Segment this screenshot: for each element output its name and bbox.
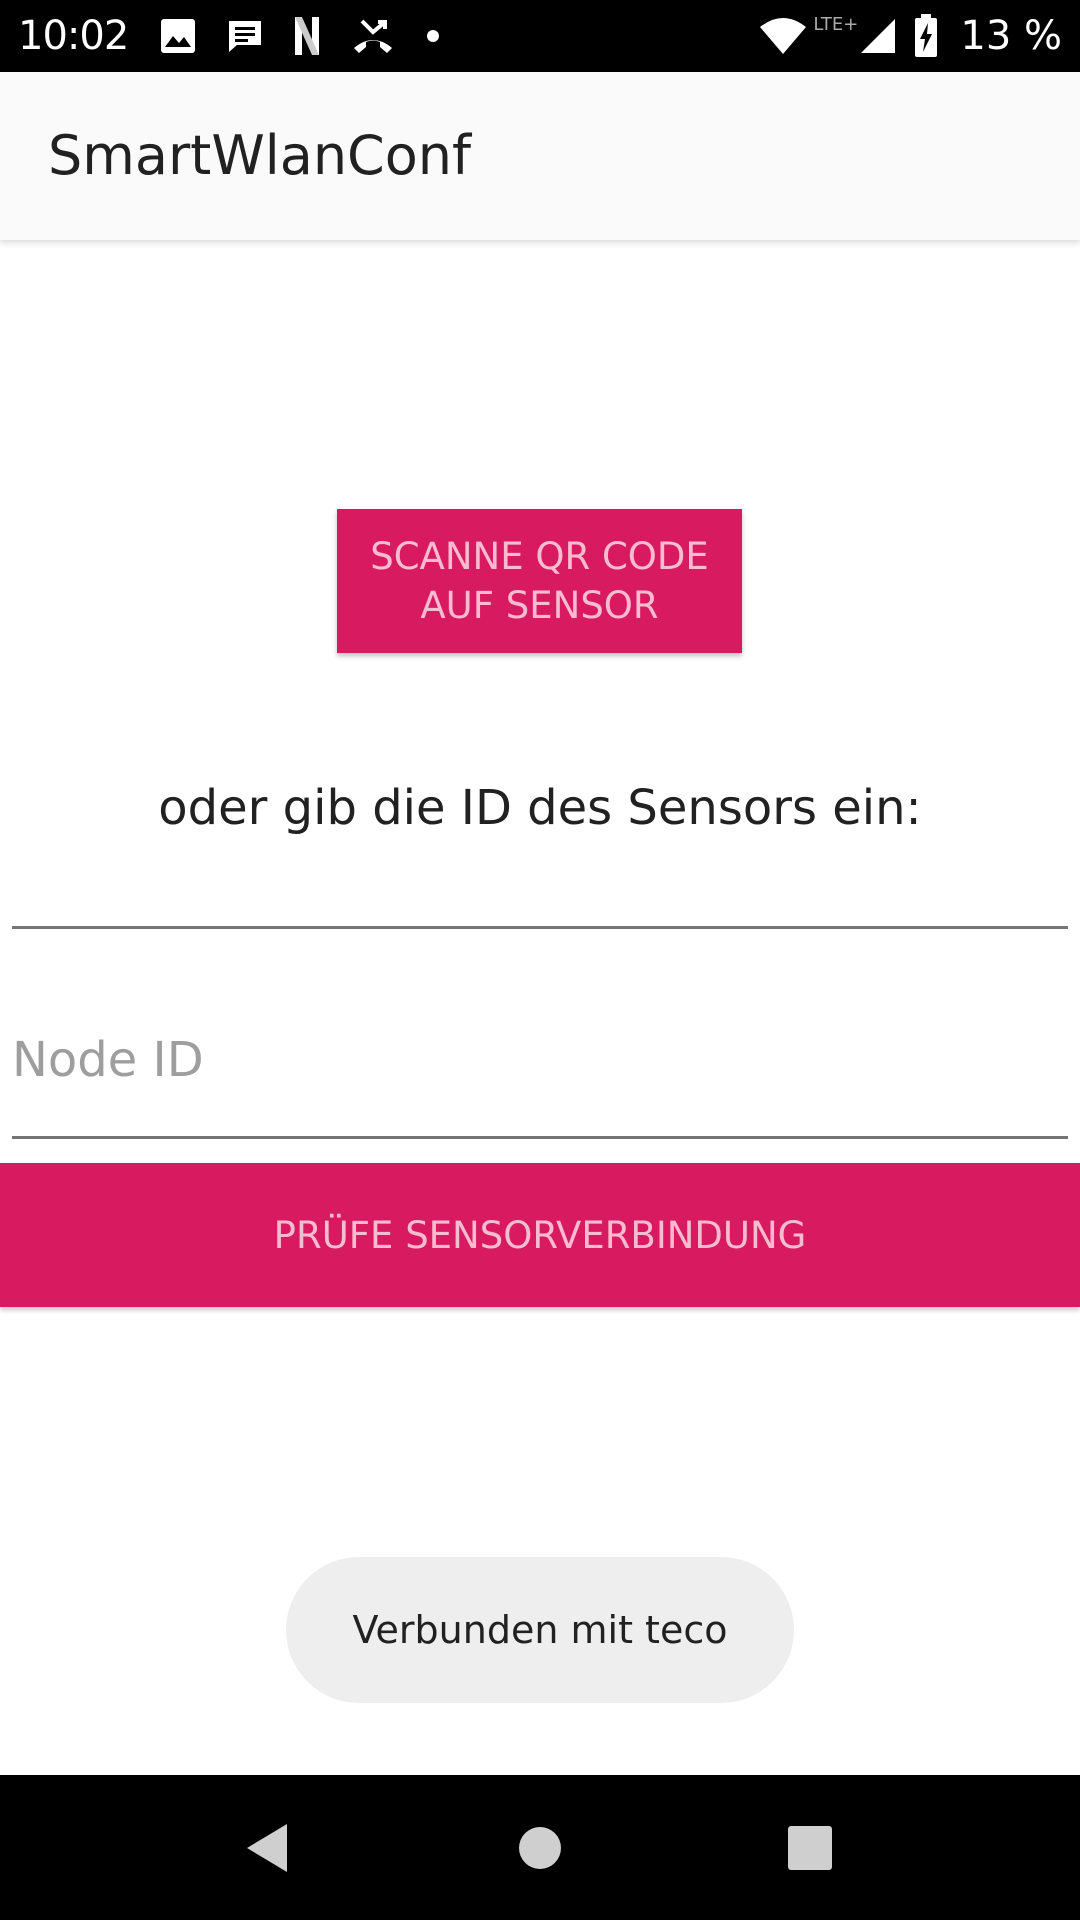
status-bar: 10:02 LTE+ 13 % xyxy=(0,0,1080,72)
node-id-input[interactable] xyxy=(12,1020,1068,1100)
main-content: SCANNE QR CODE AUF SENSOR oder gib die I… xyxy=(0,240,1080,1775)
toast-text: Verbunden mit teco xyxy=(352,1608,728,1652)
wifi-icon xyxy=(759,0,807,72)
message-icon xyxy=(226,0,264,72)
instruction-text: oder gib die ID des Sensors ein: xyxy=(158,780,922,836)
battery-percent: 13 % xyxy=(960,13,1062,59)
battery-charging-icon xyxy=(914,0,938,72)
signal-icon xyxy=(860,0,896,72)
scan-qr-code-button[interactable]: SCANNE QR CODE AUF SENSOR xyxy=(337,509,742,653)
app-title: SmartWlanConf xyxy=(48,124,472,187)
network-type-label: LTE+ xyxy=(813,14,859,35)
app-bar: SmartWlanConf xyxy=(0,72,1080,240)
back-icon[interactable] xyxy=(207,1775,327,1920)
home-icon[interactable] xyxy=(480,1775,600,1920)
missed-call-icon xyxy=(350,0,396,72)
scan-qr-code-button-label: SCANNE QR CODE AUF SENSOR xyxy=(370,535,709,627)
check-sensor-connection-button[interactable]: PRÜFE SENSORVERBINDUNG xyxy=(0,1163,1080,1307)
netflix-icon xyxy=(294,0,320,72)
navigation-bar xyxy=(0,1775,1080,1920)
divider-line xyxy=(12,926,1068,929)
check-sensor-connection-button-label: PRÜFE SENSORVERBINDUNG xyxy=(273,1213,807,1257)
image-icon xyxy=(160,0,196,72)
toast-message: Verbunden mit teco xyxy=(286,1557,794,1703)
node-id-input-underline xyxy=(12,1136,1068,1139)
dot-icon xyxy=(426,0,440,72)
recents-icon[interactable] xyxy=(750,1775,870,1920)
status-time: 10:02 xyxy=(18,13,129,59)
